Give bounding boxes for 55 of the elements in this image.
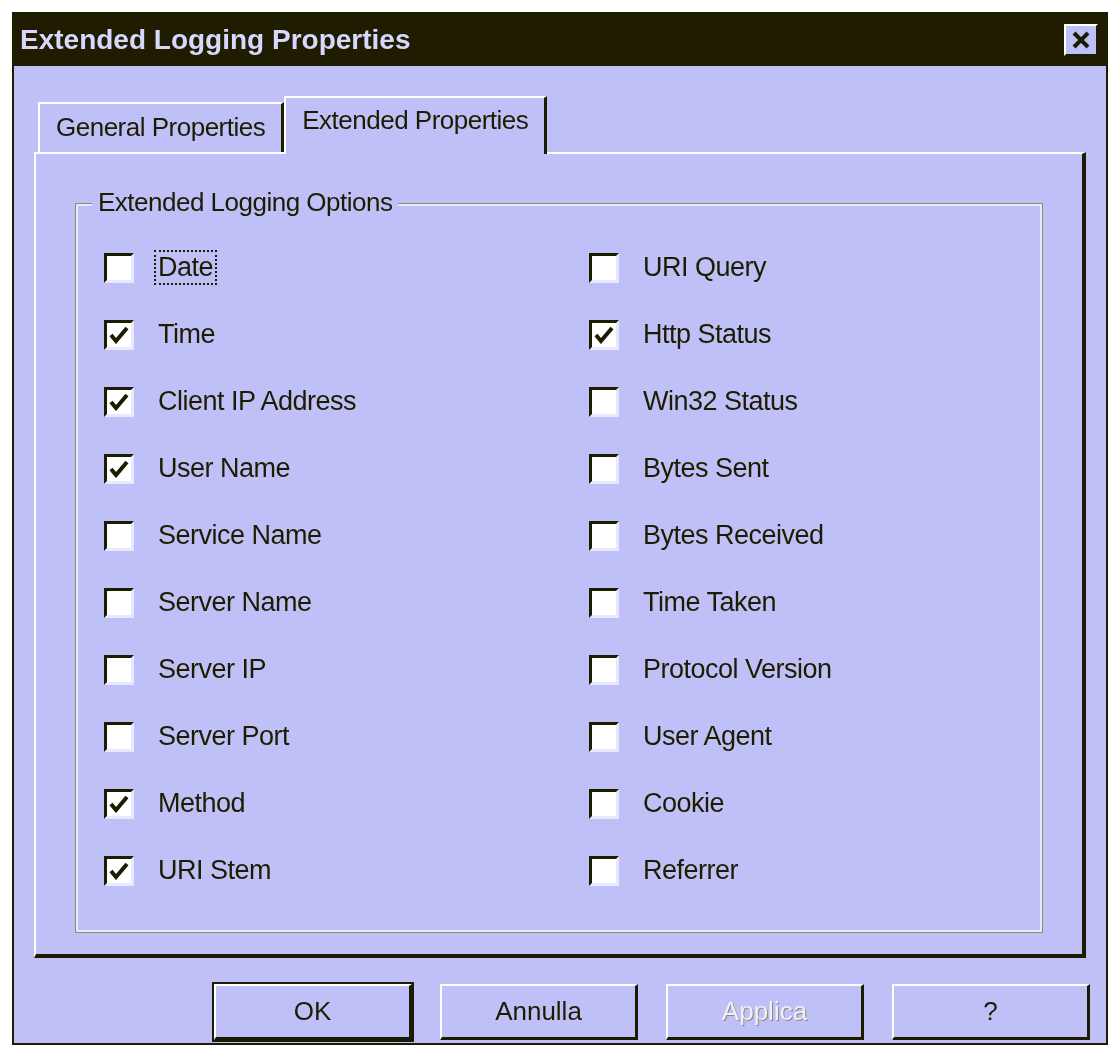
checkbox-label[interactable]: Client IP Address bbox=[156, 386, 359, 417]
checkbox-label[interactable]: Http Status bbox=[641, 319, 774, 350]
checkbox[interactable] bbox=[589, 319, 619, 350]
checkbox[interactable] bbox=[589, 721, 619, 752]
checkbox[interactable] bbox=[589, 252, 619, 283]
checkbox[interactable] bbox=[104, 252, 134, 283]
checkbox-label[interactable]: Method bbox=[156, 788, 248, 819]
checkbox-label[interactable]: Time bbox=[156, 319, 217, 350]
checkbox[interactable] bbox=[589, 788, 619, 819]
checkbox[interactable] bbox=[104, 788, 134, 819]
checkbox[interactable] bbox=[104, 587, 134, 618]
checkbox-label[interactable]: User Agent bbox=[641, 721, 774, 752]
checkbox[interactable] bbox=[589, 520, 619, 551]
tab[interactable]: General Properties bbox=[38, 102, 285, 152]
check-icon bbox=[109, 459, 129, 478]
checkbox-label[interactable]: Server Port bbox=[156, 721, 292, 752]
checkbox-label[interactable]: Protocol Version bbox=[641, 654, 834, 685]
checkbox-label[interactable]: Referrer bbox=[641, 855, 741, 886]
checkbox-label[interactable]: Win32 Status bbox=[641, 386, 800, 417]
checkbox-label[interactable]: Service Name bbox=[156, 520, 324, 551]
group-title: Extended Logging Options bbox=[92, 189, 399, 215]
checkbox[interactable] bbox=[104, 855, 134, 886]
checkbox-label[interactable]: Server Name bbox=[156, 587, 314, 618]
checkbox-label[interactable]: Cookie bbox=[641, 788, 727, 819]
checkbox-label[interactable]: Date bbox=[156, 252, 216, 283]
checkbox[interactable] bbox=[589, 855, 619, 886]
checkbox-label[interactable]: Bytes Sent bbox=[641, 453, 771, 484]
check-icon bbox=[109, 325, 129, 344]
checkbox[interactable] bbox=[104, 654, 134, 685]
checkbox[interactable] bbox=[104, 319, 134, 350]
close-button[interactable] bbox=[1064, 24, 1098, 56]
close-icon bbox=[1071, 31, 1091, 49]
checkbox[interactable] bbox=[104, 453, 134, 484]
window-title: Extended Logging Properties bbox=[20, 23, 411, 57]
checkbox[interactable] bbox=[589, 453, 619, 484]
checkbox[interactable] bbox=[589, 587, 619, 618]
checkbox-label[interactable]: URI Stem bbox=[156, 855, 274, 886]
checkbox[interactable] bbox=[589, 654, 619, 685]
check-icon bbox=[109, 794, 129, 813]
checkbox-label[interactable]: Server IP bbox=[156, 654, 269, 685]
dialog-button[interactable]: OK bbox=[214, 984, 412, 1040]
checkbox-label[interactable]: Time Taken bbox=[641, 587, 779, 618]
check-icon bbox=[109, 861, 129, 880]
check-icon bbox=[594, 325, 614, 344]
checkbox[interactable] bbox=[589, 386, 619, 417]
dialog-button[interactable]: ? bbox=[892, 984, 1090, 1040]
check-icon bbox=[109, 392, 129, 411]
checkbox-label[interactable]: URI Query bbox=[641, 252, 769, 283]
checkbox[interactable] bbox=[104, 520, 134, 551]
checkbox[interactable] bbox=[104, 386, 134, 417]
dialog-button[interactable]: Annulla bbox=[440, 984, 638, 1040]
tab[interactable]: Extended Properties bbox=[284, 96, 548, 154]
checkbox[interactable] bbox=[104, 721, 134, 752]
checkbox-label[interactable]: User Name bbox=[156, 453, 293, 484]
checkbox-label[interactable]: Bytes Received bbox=[641, 520, 826, 551]
